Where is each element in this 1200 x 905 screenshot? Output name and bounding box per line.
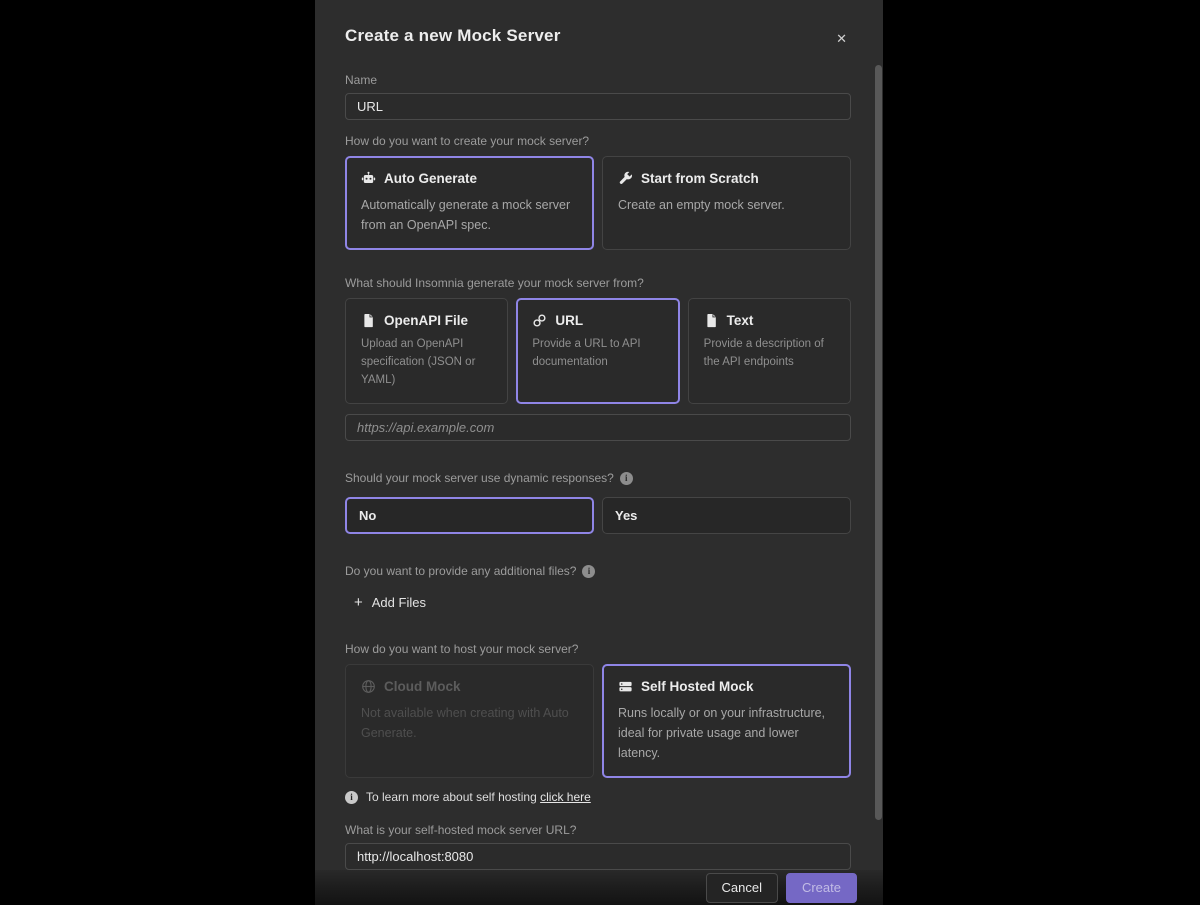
create-button[interactable]: Create	[786, 873, 857, 903]
option-card-yes[interactable]: Yes	[602, 497, 851, 534]
option-title: Start from Scratch	[641, 171, 759, 186]
scrollbar-thumb[interactable]	[875, 65, 882, 820]
option-card-url[interactable]: URL Provide a URL to API documentation	[516, 298, 679, 404]
dynamic-responses-label: Should your mock server use dynamic resp…	[345, 471, 851, 485]
self-hosted-url-input[interactable]	[345, 843, 851, 870]
option-description: Upload an OpenAPI specification (JSON or…	[361, 336, 492, 389]
page-title: Create a new Mock Server	[345, 26, 561, 46]
click-here-link[interactable]: click here	[540, 790, 591, 804]
option-description: Not available when creating with Auto Ge…	[361, 703, 578, 743]
option-title: URL	[555, 313, 583, 328]
hosting-label: How do you want to host your mock server…	[345, 642, 851, 656]
option-title: Self Hosted Mock	[641, 679, 754, 694]
file-icon	[361, 313, 376, 328]
option-description: Provide a URL to API documentation	[532, 336, 663, 372]
modal-footer: Cancel Create	[315, 870, 883, 905]
option-description: Provide a description of the API endpoin…	[704, 336, 835, 372]
option-card-auto-generate[interactable]: Auto Generate Automatically generate a m…	[345, 156, 594, 250]
cancel-button[interactable]: Cancel	[706, 873, 778, 903]
scrollbar-track[interactable]	[875, 0, 882, 905]
add-files-button[interactable]: + Add Files	[354, 595, 426, 610]
file-icon	[704, 313, 719, 328]
option-card-start-from-scratch[interactable]: Start from Scratch Create an empty mock …	[602, 156, 851, 250]
create-method-label: How do you want to create your mock serv…	[345, 134, 851, 148]
option-description: Create an empty mock server.	[618, 195, 835, 215]
info-icon[interactable]: i	[620, 472, 633, 485]
source-url-input[interactable]	[345, 414, 851, 441]
hosting-options: Cloud Mock Not available when creating w…	[345, 664, 851, 778]
create-method-options: Auto Generate Automatically generate a m…	[345, 156, 851, 250]
source-label: What should Insomnia generate your mock …	[345, 276, 851, 290]
info-icon[interactable]: i	[582, 565, 595, 578]
option-description: Automatically generate a mock server fro…	[361, 195, 578, 235]
modal-header: Create a new Mock Server ✕	[345, 26, 851, 49]
option-card-no[interactable]: No	[345, 497, 594, 534]
modal-body: Create a new Mock Server ✕ Name How do y…	[315, 0, 883, 870]
option-card-self-hosted-mock[interactable]: Self Hosted Mock Runs locally or on your…	[602, 664, 851, 778]
option-title: Auto Generate	[384, 171, 477, 186]
option-title: Text	[727, 313, 754, 328]
server-stack-icon	[618, 679, 633, 694]
wrench-icon	[618, 171, 633, 186]
info-icon: i	[345, 791, 358, 804]
option-description: Runs locally or on your infrastructure, …	[618, 703, 835, 763]
dynamic-responses-options: No Yes	[345, 497, 851, 534]
plus-icon: +	[354, 595, 363, 610]
name-label: Name	[345, 73, 851, 87]
create-mock-server-modal: Create a new Mock Server ✕ Name How do y…	[315, 0, 883, 905]
name-input[interactable]	[345, 93, 851, 120]
option-title: OpenAPI File	[384, 313, 468, 328]
robot-icon	[361, 171, 376, 186]
link-icon	[532, 313, 547, 328]
globe-icon	[361, 679, 376, 694]
source-options: OpenAPI File Upload an OpenAPI specifica…	[345, 298, 851, 404]
option-card-cloud-mock: Cloud Mock Not available when creating w…	[345, 664, 594, 778]
option-card-openapi-file[interactable]: OpenAPI File Upload an OpenAPI specifica…	[345, 298, 508, 404]
option-title: Cloud Mock	[384, 679, 461, 694]
self-hosting-info: i To learn more about self hosting click…	[345, 790, 851, 804]
self-hosted-url-label: What is your self-hosted mock server URL…	[345, 823, 851, 837]
close-icon[interactable]: ✕	[832, 28, 851, 49]
option-card-text[interactable]: Text Provide a description of the API en…	[688, 298, 851, 404]
additional-files-label: Do you want to provide any additional fi…	[345, 564, 851, 578]
